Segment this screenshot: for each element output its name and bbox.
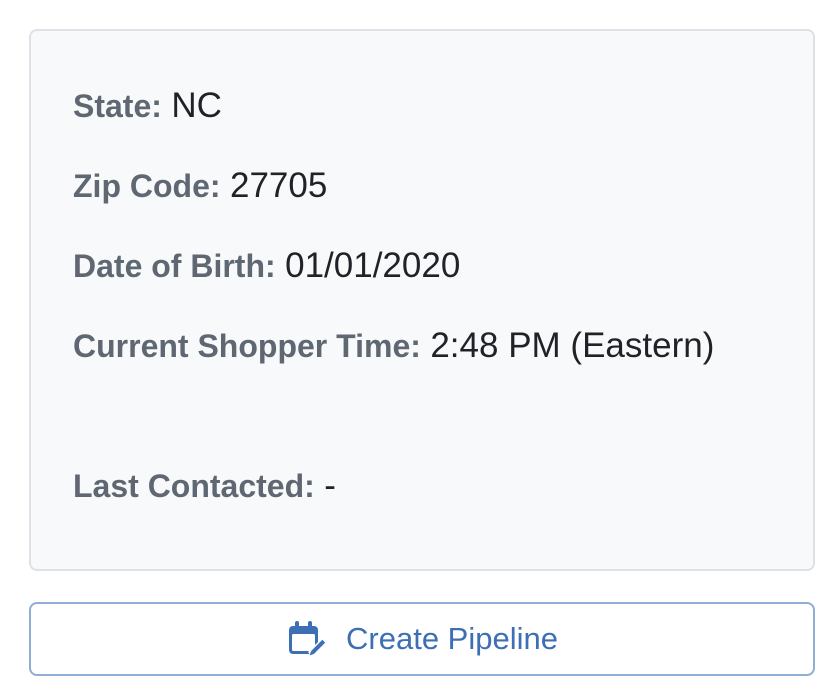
date-of-birth-field: Date of Birth: 01/01/2020 [73, 235, 773, 297]
last-contacted-value: - [324, 466, 336, 505]
date-of-birth-label: Date of Birth: [73, 248, 276, 284]
state-field: State: NC [73, 75, 773, 137]
last-contacted-label: Last Contacted: [73, 468, 315, 504]
shopper-details-card: State: NC Zip Code: 27705 Date of Birth:… [29, 29, 815, 571]
last-contacted-field: Last Contacted: - [73, 455, 773, 517]
current-shopper-time-field: Current Shopper Time: 2:48 PM (Eastern) [73, 315, 773, 377]
create-pipeline-button[interactable]: Create Pipeline [29, 602, 815, 676]
zip-code-value: 27705 [229, 166, 328, 205]
current-shopper-time-value: 2:48 PM (Eastern) [430, 326, 715, 365]
zip-code-label: Zip Code: [73, 168, 221, 204]
create-pipeline-label: Create Pipeline [346, 621, 558, 656]
current-shopper-time-label: Current Shopper Time: [73, 328, 421, 364]
state-label: State: [73, 88, 162, 124]
zip-code-field: Zip Code: 27705 [73, 155, 773, 217]
calendar-edit-icon [286, 619, 327, 659]
state-value: NC [171, 86, 222, 125]
date-of-birth-value: 01/01/2020 [285, 246, 461, 285]
